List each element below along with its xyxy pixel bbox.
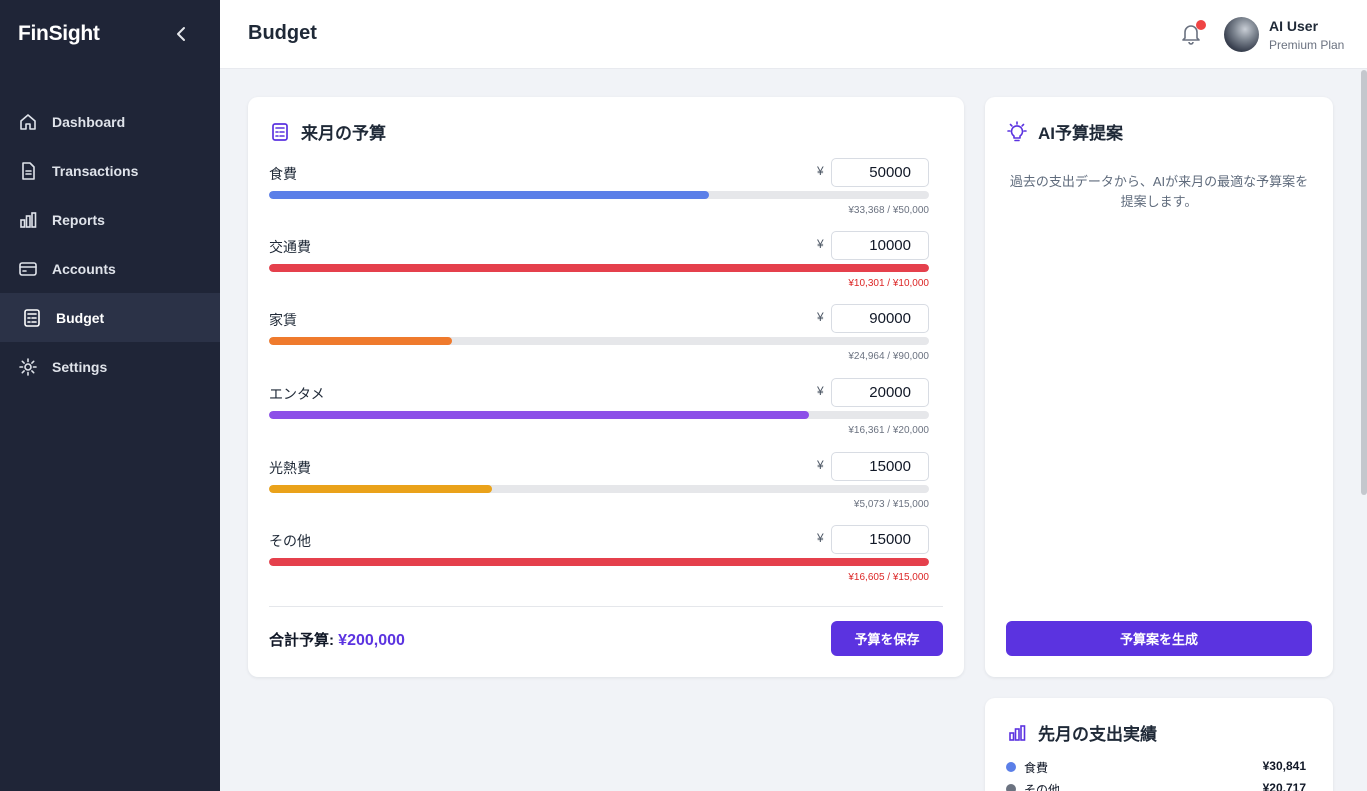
page-scrollbar[interactable] [1361,70,1367,495]
sidebar-item-settings[interactable]: Settings [0,342,220,391]
budget-amount-input[interactable] [831,158,929,187]
ai-description: 過去の支出データから、AIが来月の最適な予算案を提案します。 [1009,174,1309,209]
bar-chart-icon [18,210,38,230]
budget-row: 家賃 ¥ ¥24,964 / ¥90,000 [269,304,929,374]
progress-caption: ¥16,605 / ¥15,000 [848,572,929,583]
ai-budget-suggestion-card: AI予算提案 過去の支出データから、AIが来月の最適な予算案を提案します。 予算… [985,97,1333,677]
progress-bar-fill [269,264,929,272]
budget-amount-input[interactable] [831,525,929,554]
budget-row: 光熱費 ¥ ¥5,073 / ¥15,000 [269,452,929,522]
legend-value: ¥30,841 [1262,759,1306,773]
progress-bar [269,485,929,493]
progress-caption: ¥24,964 / ¥90,000 [848,351,929,362]
collapse-sidebar-button[interactable] [170,22,192,46]
list-item: その他 ¥20,717 [1006,780,1306,791]
budget-card-title: 来月の予算 [301,124,386,143]
list-item: 食費 ¥30,841 [1006,758,1306,776]
budget-amount-input[interactable] [831,304,929,333]
card-title: 来月の予算 [269,119,386,144]
sidebar-item-transactions[interactable]: Transactions [0,146,220,195]
currency-symbol: ¥ [817,237,824,251]
progress-caption: ¥5,073 / ¥15,000 [853,499,929,510]
total-budget: 合計予算: ¥200,000 [269,629,405,650]
legend-value: ¥20,717 [1262,781,1306,791]
total-budget-value: ¥200,000 [338,632,405,649]
currency-symbol: ¥ [817,384,824,398]
divider [269,606,943,607]
sidebar-item-accounts[interactable]: Accounts [0,244,220,293]
sidebar-item-reports[interactable]: Reports [0,195,220,244]
currency-symbol: ¥ [817,164,824,178]
calculator-icon [269,121,291,143]
chevron-left-icon [177,27,185,41]
brand-logo: FinSight [18,22,100,45]
progress-caption: ¥16,361 / ¥20,000 [848,425,929,436]
budget-row: 交通費 ¥ ¥10,301 / ¥10,000 [269,231,929,301]
budget-category-label: 交通費 [269,239,311,255]
gear-icon [18,357,38,377]
currency-symbol: ¥ [817,531,824,545]
progress-bar [269,264,929,272]
sidebar-item-dashboard[interactable]: Dashboard [0,97,220,146]
generate-budget-button[interactable]: 予算案を生成 [1006,621,1312,656]
currency-symbol: ¥ [817,310,824,324]
card-title: 先月の支出実績 [1006,720,1157,745]
save-budget-button[interactable]: 予算を保存 [831,621,943,656]
budget-category-label: エンタメ [269,386,325,402]
legend-dot [1006,784,1016,791]
progress-bar-fill [269,411,809,419]
budget-row: 食費 ¥ ¥33,368 / ¥50,000 [269,158,929,228]
last-month-spending-card: 先月の支出実績 食費 ¥30,841 その他 ¥20,717 [985,698,1333,791]
lightbulb-icon [1006,120,1028,143]
budget-category-label: 光熱費 [269,460,311,476]
sidebar-item-label: Dashboard [52,113,126,130]
total-budget-label: 合計予算: [269,632,334,649]
avatar[interactable] [1224,17,1259,52]
progress-caption: ¥10,301 / ¥10,000 [848,278,929,289]
bar-chart-icon [1006,722,1028,744]
budget-category-label: 家賃 [269,312,297,328]
budget-row: その他 ¥ ¥16,605 / ¥15,000 [269,525,929,595]
budget-amount-input[interactable] [831,231,929,260]
budget-category-label: その他 [269,533,311,549]
progress-bar-fill [269,191,710,199]
ai-card-title: AI予算提案 [1038,124,1123,143]
page-title: Budget [248,22,317,44]
progress-bar-fill [269,485,493,493]
progress-bar [269,411,929,419]
sidebar-item-label: Settings [52,358,108,375]
next-month-budget-card: 来月の予算 食費 ¥ ¥33,368 / ¥50,000 交通費 ¥ ¥10,301 / … [248,97,964,677]
budget-amount-input[interactable] [831,452,929,481]
calculator-icon [22,308,42,328]
currency-symbol: ¥ [817,458,824,472]
legend-dot [1006,762,1016,772]
top-header: Budget AI User Premium Plan [220,0,1367,69]
file-icon [18,161,38,181]
legend-name: その他 [1024,783,1061,791]
progress-bar-fill [269,337,452,345]
last-month-card-title: 先月の支出実績 [1038,725,1157,744]
sidebar-item-label: Transactions [52,162,139,179]
sidebar-item-label: Accounts [52,260,116,277]
notification-badge [1196,20,1206,30]
progress-caption: ¥33,368 / ¥50,000 [848,205,929,216]
progress-bar [269,558,929,566]
budget-row: エンタメ ¥ ¥16,361 / ¥20,000 [269,378,929,448]
progress-bar [269,337,929,345]
home-icon [18,112,38,132]
progress-bar [269,191,929,199]
legend-name: 食費 [1024,761,1049,775]
budget-category-label: 食費 [269,166,297,182]
user-plan: Premium Plan [1269,38,1345,52]
sidebar: FinSight Dashboard Transactions Reports [0,0,220,791]
sidebar-item-budget[interactable]: Budget [0,293,220,342]
user-name: AI User [1269,18,1319,34]
sidebar-nav: Dashboard Transactions Reports Accounts … [0,97,220,391]
credit-card-icon [18,259,38,279]
card-title: AI予算提案 [1006,119,1123,144]
sidebar-item-label: Budget [56,309,105,326]
budget-amount-input[interactable] [831,378,929,407]
sidebar-item-label: Reports [52,211,105,228]
progress-bar-fill [269,558,929,566]
